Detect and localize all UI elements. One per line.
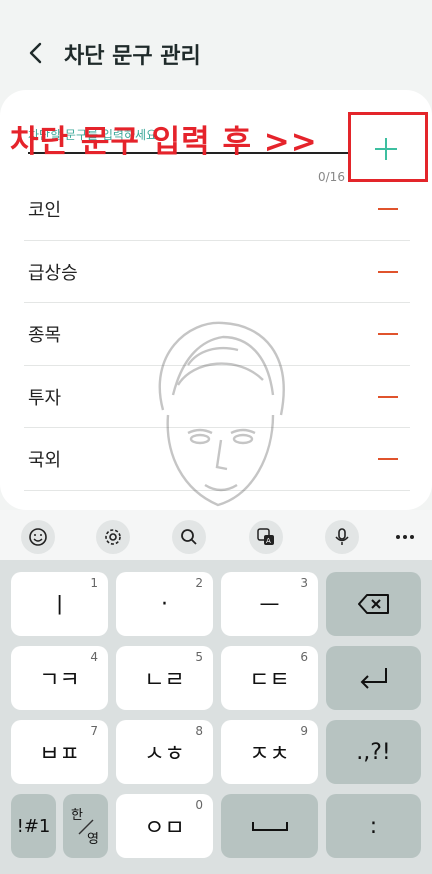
remove-minus-icon[interactable] [378, 321, 400, 345]
space-key[interactable] [221, 794, 318, 858]
enter-key[interactable] [326, 646, 421, 710]
key-eu[interactable]: ㅡ 3 [221, 572, 318, 636]
emoji-icon[interactable] [21, 520, 55, 554]
phrase-label: 투자 [28, 387, 62, 409]
phrase-label: 코인 [28, 200, 62, 221]
key-b-p[interactable]: ㅂㅍ 7 [11, 720, 108, 784]
remove-minus-icon[interactable] [378, 259, 400, 283]
key-j-ch[interactable]: ㅈㅊ 9 [221, 720, 318, 784]
colon-key[interactable]: : [326, 794, 421, 858]
mic-icon[interactable] [325, 520, 359, 554]
svg-text:A: A [266, 537, 271, 545]
remove-minus-icon[interactable] [378, 384, 400, 408]
phrase-label: 급상승 [28, 262, 78, 284]
key-d-t[interactable]: ㄷㅌ 6 [221, 646, 318, 710]
key-o-m[interactable]: ㅇㅁ 0 [116, 794, 213, 858]
back-arrow-icon[interactable] [22, 38, 52, 68]
watermark-face-illustration [158, 321, 285, 507]
add-phrase-plus-icon[interactable] [364, 130, 408, 166]
keyboard-toolbar: A [0, 510, 432, 560]
annotation-text: 차단 문구 입력 후 >> [10, 124, 318, 160]
key-dot[interactable]: · 2 [116, 572, 213, 636]
enter-icon [360, 668, 387, 689]
search-icon[interactable] [172, 520, 206, 554]
punctuation-key[interactable]: .,?! [326, 720, 421, 784]
phrase-label: 종목 [28, 325, 62, 346]
more-icon[interactable] [388, 520, 422, 554]
backspace-key[interactable] [326, 572, 421, 636]
remove-minus-icon[interactable] [378, 196, 400, 220]
symbols-key[interactable]: !#1 [11, 794, 56, 858]
list-item: 급상승 [24, 241, 410, 303]
key-g-k[interactable]: ㄱㅋ 4 [11, 646, 108, 710]
settings-icon[interactable] [96, 520, 130, 554]
space-icon [251, 822, 288, 831]
phrase-label: 국외 [28, 450, 62, 471]
language-switch-key[interactable]: 한 영 [63, 794, 108, 858]
keyboard: ㅣ 1 · 2 ㅡ 3 ㄱㅋ 4 ㄴㄹ 5 ㄷㅌ 6 ㅂㅍ 7 ㅅㅎ 8 ㅈㅊ … [0, 560, 432, 874]
translate-icon[interactable]: A [249, 520, 283, 554]
key-i[interactable]: ㅣ 1 [11, 572, 108, 636]
page-title: 차단 문구 관리 [64, 44, 201, 69]
backspace-icon [357, 594, 389, 614]
header: 차단 문구 관리 [0, 0, 432, 100]
list-item: 코인 [24, 178, 410, 241]
remove-minus-icon[interactable] [378, 446, 400, 470]
key-s-h[interactable]: ㅅㅎ 8 [116, 720, 213, 784]
key-n-r[interactable]: ㄴㄹ 5 [116, 646, 213, 710]
